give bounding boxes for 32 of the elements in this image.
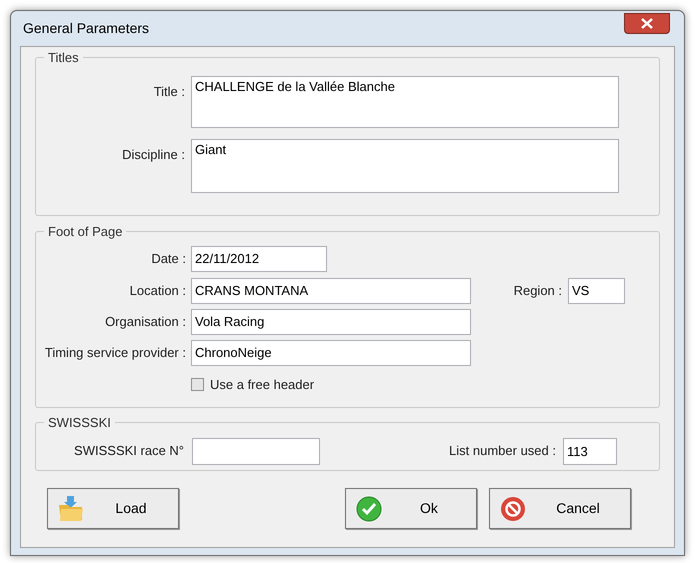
group-title: Foot of Page xyxy=(47,223,124,241)
text-field[interactable]: ChronoNeige xyxy=(191,340,471,366)
cancel-button[interactable]: Cancel xyxy=(489,488,631,529)
window-title: General Parameters xyxy=(23,19,150,38)
text-field[interactable]: 113 xyxy=(563,438,617,464)
close-button[interactable] xyxy=(624,13,670,34)
checkbox[interactable] xyxy=(191,378,204,391)
field-label: List number used : xyxy=(448,442,556,460)
cancel-icon xyxy=(500,496,526,522)
text-field[interactable]: 22/11/2012 xyxy=(191,246,327,272)
text-field[interactable]: VS xyxy=(568,278,625,304)
text-field[interactable]: CRANS MONTANA xyxy=(191,278,471,304)
text-field[interactable]: Giant xyxy=(191,138,619,192)
field-label: Organisation : xyxy=(104,312,186,331)
load-button[interactable]: Load xyxy=(47,488,179,529)
ok-button[interactable]: Ok xyxy=(345,488,477,529)
check-icon xyxy=(356,496,382,522)
field-label: Location : xyxy=(128,282,186,300)
group-title: SWISSSKI xyxy=(47,414,112,432)
folder-icon xyxy=(58,494,84,522)
field-label: Discipline : xyxy=(121,146,185,164)
field-label: SWISSSKI race N° xyxy=(73,442,184,460)
field-label: Timing service provider : xyxy=(44,344,186,362)
field-label: Title : xyxy=(152,82,185,100)
text-field[interactable]: CHALLENGE de la Vallée Blanche xyxy=(191,76,619,128)
text-field[interactable] xyxy=(192,438,320,464)
field-label: Date : xyxy=(150,250,186,268)
group-title: Titles xyxy=(47,49,80,67)
field-label: Region : xyxy=(512,282,562,300)
close-icon xyxy=(641,18,653,29)
text-field[interactable]: Vola Racing xyxy=(191,308,471,334)
checkbox-label: Use a free header xyxy=(210,376,314,394)
